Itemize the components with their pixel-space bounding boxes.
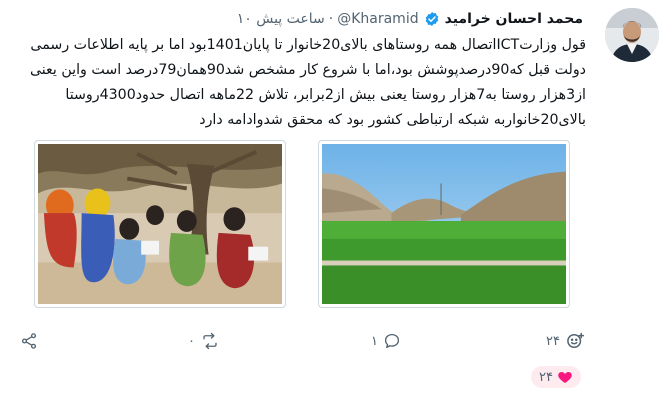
like-button[interactable]: ۲۴	[531, 366, 581, 388]
tweet-image-green-valley[interactable]	[318, 140, 570, 308]
reply-icon	[383, 332, 401, 350]
tweet-text: قول وزارتICTاتصال همه روستاهای بالای20خا…	[29, 37, 586, 128]
tweet-actions: ۰ ۱ ۲۴	[0, 327, 671, 355]
share-button[interactable]	[20, 327, 38, 355]
heart-icon	[557, 369, 573, 385]
verified-badge-icon	[424, 11, 440, 27]
author-handle[interactable]: @Kharamid	[337, 11, 418, 27]
author-name[interactable]: محمد احسان خرامید	[445, 11, 583, 27]
children-reading-image	[38, 144, 282, 304]
tweet-header: محمد احسان خرامید @Kharamid · ۱۰ ساعت پی…	[237, 9, 583, 29]
share-icon	[20, 332, 38, 350]
add-reaction-button[interactable]: ۲۴	[546, 327, 585, 355]
reply-button[interactable]: ۱	[371, 327, 401, 355]
avatar-photo	[605, 8, 659, 62]
avatar[interactable]	[605, 8, 659, 62]
like-count: ۲۴	[539, 369, 553, 385]
header-separator: ·	[328, 11, 334, 27]
reaction-count: ۲۴	[546, 333, 560, 349]
tweet-image-children-reading[interactable]	[34, 140, 286, 308]
add-reaction-icon	[565, 331, 585, 351]
green-valley-image	[322, 144, 566, 304]
tweet-card: محمد احسان خرامید @Kharamid · ۱۰ ساعت پی…	[0, 0, 671, 404]
retweet-button[interactable]: ۰	[188, 327, 220, 355]
tweet-timestamp[interactable]: ۱۰ ساعت پیش	[237, 11, 325, 27]
reply-count: ۱	[371, 333, 378, 349]
retweet-count: ۰	[188, 333, 195, 349]
retweet-icon	[200, 332, 220, 350]
